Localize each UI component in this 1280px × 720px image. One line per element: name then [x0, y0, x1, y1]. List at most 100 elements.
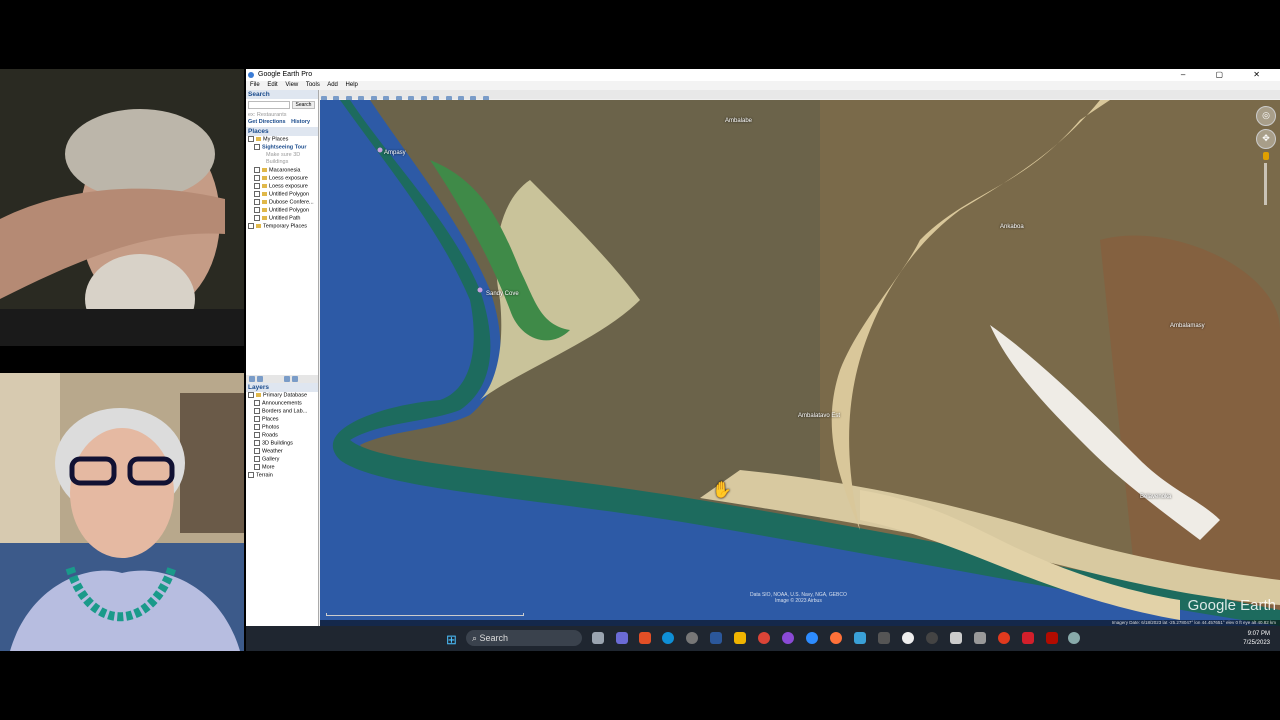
search-icon: ⌕: [472, 633, 480, 643]
street-view-pegman-icon[interactable]: [1263, 152, 1269, 160]
webcam-image-1: [0, 69, 244, 346]
calculator-icon[interactable]: [878, 632, 890, 644]
places-panel-header[interactable]: Places: [246, 126, 318, 136]
maximize-button[interactable]: ▢: [1216, 70, 1238, 79]
app-icon[interactable]: [998, 632, 1010, 644]
map-label[interactable]: Ambalamasy: [1170, 323, 1205, 329]
menu-bar: File Edit View Tools Add Help: [246, 81, 1280, 90]
map-label[interactable]: Ambalatavo Est: [798, 413, 840, 419]
taskbar-search[interactable]: ⌕ Search: [466, 630, 582, 646]
acrobat-icon[interactable]: [1046, 632, 1058, 644]
folder-icon: [262, 183, 267, 188]
layer-item[interactable]: Places: [246, 415, 318, 424]
layer-item[interactable]: Roads: [246, 431, 318, 440]
layer-item[interactable]: Announcements: [246, 399, 318, 408]
sidebar: Search Search ex: Restaurants Get Direct…: [246, 90, 319, 626]
menu-file[interactable]: File: [250, 82, 260, 88]
panel-tool-icon[interactable]: [249, 376, 255, 382]
folder-icon: [256, 136, 261, 141]
places-item[interactable]: Loess exposure: [246, 174, 318, 183]
layer-item[interactable]: Weather: [246, 447, 318, 456]
app-icon[interactable]: [1022, 632, 1034, 644]
layer-item[interactable]: More: [246, 463, 318, 472]
map-label[interactable]: Ampasy: [384, 150, 406, 156]
panel-tool-icon[interactable]: [284, 376, 290, 382]
menu-view[interactable]: View: [285, 82, 298, 88]
word-icon[interactable]: [710, 632, 722, 644]
search-panel-header[interactable]: Search: [246, 90, 318, 99]
places-item[interactable]: Sightseeing Tour: [246, 143, 318, 152]
app-icon[interactable]: [782, 632, 794, 644]
places-item[interactable]: Untitled Path: [246, 214, 318, 223]
look-control[interactable]: ◎: [1256, 106, 1276, 126]
close-button[interactable]: ✕: [1253, 70, 1274, 79]
google-earth-taskbar-icon[interactable]: [1068, 632, 1080, 644]
map-label[interactable]: Belavenoka: [1140, 494, 1171, 500]
search-button[interactable]: Search: [291, 101, 316, 110]
edge-icon[interactable]: [662, 632, 674, 644]
panel-tool-icon[interactable]: [292, 376, 298, 382]
teams-icon[interactable]: [616, 632, 628, 644]
layer-item[interactable]: Photos: [246, 423, 318, 432]
layers-panel-header[interactable]: Layers: [246, 383, 318, 392]
map-label[interactable]: Ambalabe: [725, 118, 752, 124]
windows-start-icon[interactable]: ⊞: [446, 632, 457, 648]
chatgpt-icon[interactable]: [686, 632, 698, 644]
menu-add[interactable]: Add: [327, 82, 338, 88]
history-link[interactable]: History: [291, 119, 310, 125]
layer-item[interactable]: Gallery: [246, 455, 318, 464]
imagery-attribution: Data SIO, NOAA, U.S. Navy, NGA, GEBCO Im…: [750, 592, 847, 604]
search-hint: ex: Restaurants: [248, 111, 287, 118]
title-bar: Google Earth Pro – ▢ ✕: [246, 69, 1280, 81]
layer-item[interactable]: Terrain: [246, 471, 318, 480]
media-player-icon[interactable]: [926, 632, 938, 644]
chrome-icon[interactable]: [758, 632, 770, 644]
webcam-image-2: [0, 373, 244, 651]
places-note: Make sure 3D: [266, 151, 301, 158]
places-item[interactable]: My Places: [246, 135, 318, 144]
webcam-presenter-1: [0, 69, 244, 346]
minimize-button[interactable]: –: [1181, 70, 1199, 79]
places-item[interactable]: Dubose Confere...: [246, 198, 318, 207]
app-icon[interactable]: [902, 632, 914, 644]
move-icon: ✥: [1262, 133, 1270, 143]
file-explorer-icon[interactable]: [734, 632, 746, 644]
polygon-icon: [262, 191, 267, 196]
panel-tool-icon[interactable]: [257, 376, 263, 382]
task-view-icon[interactable]: [592, 632, 604, 644]
menu-tools[interactable]: Tools: [306, 82, 320, 88]
map-label[interactable]: Sandy Cove: [486, 291, 519, 297]
zoom-slider[interactable]: [1264, 163, 1267, 205]
layer-item[interactable]: 3D Buildings: [246, 439, 318, 448]
google-earth-window: Google Earth Pro – ▢ ✕ File Edit View To…: [246, 69, 1280, 626]
places-item[interactable]: Untitled Polygon: [246, 190, 318, 199]
app-icon[interactable]: [974, 632, 986, 644]
snipping-tool-icon[interactable]: [950, 632, 962, 644]
places-item[interactable]: Macaronesia: [246, 166, 318, 175]
places-note: Buildings: [266, 159, 289, 166]
windows-taskbar: ⊞ ⌕ Search 9:07 PM 7/25/2023: [246, 626, 1280, 651]
places-item[interactable]: Untitled Polygon: [246, 206, 318, 215]
places-item[interactable]: Loess exposure: [246, 182, 318, 191]
layer-item[interactable]: Primary Database: [246, 392, 318, 400]
map-view[interactable]: Ambalabe Ankaboa Ambalamasy Ambalatavo E…: [320, 100, 1280, 626]
layer-item[interactable]: Borders and Lab...: [246, 407, 318, 416]
layers-section: Layers Primary Database Announcements Bo…: [246, 375, 318, 479]
zoom-icon[interactable]: [806, 632, 818, 644]
get-directions-link[interactable]: Get Directions: [248, 119, 286, 125]
database-icon: [256, 393, 261, 397]
copilot-icon[interactable]: [639, 632, 651, 644]
menu-help[interactable]: Help: [346, 82, 358, 88]
menu-edit[interactable]: Edit: [267, 82, 277, 88]
places-item[interactable]: Temporary Places: [246, 222, 318, 231]
navigation-controls: ◎ ✥: [1256, 106, 1276, 205]
move-control[interactable]: ✥: [1256, 129, 1276, 149]
search-links: Get Directions History: [246, 119, 318, 127]
search-input[interactable]: [248, 101, 290, 109]
search-row: Search: [246, 99, 318, 112]
webcam-presenter-2: [0, 373, 244, 651]
map-label[interactable]: Ankaboa: [1000, 224, 1024, 230]
system-clock[interactable]: 9:07 PM 7/25/2023: [1243, 630, 1270, 648]
firefox-icon[interactable]: [830, 632, 842, 644]
photos-icon[interactable]: [854, 632, 866, 644]
